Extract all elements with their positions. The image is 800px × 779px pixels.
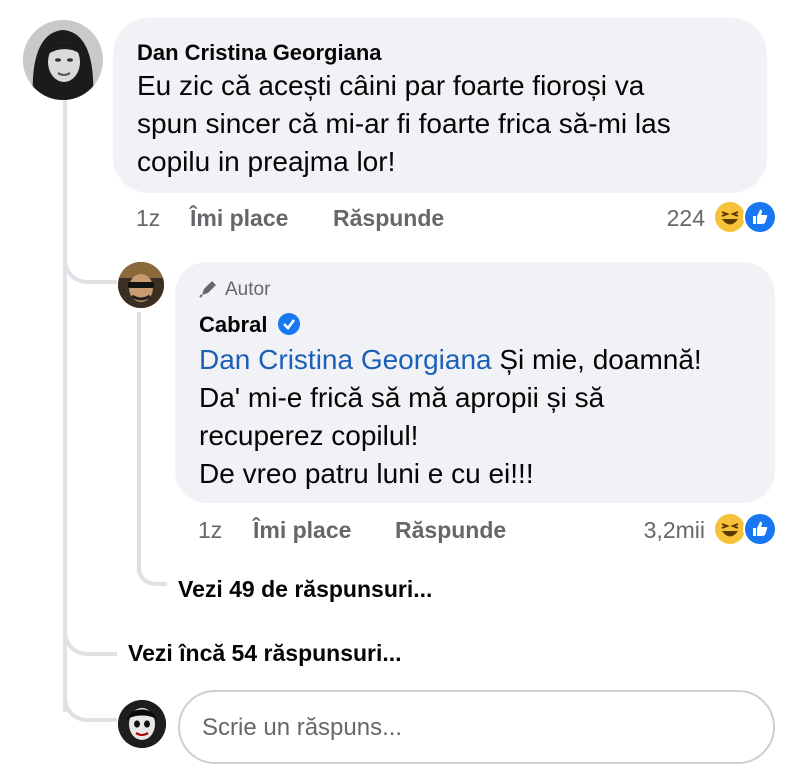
comment-text: Eu zic că acești câini par foarte fioroș…: [137, 70, 671, 177]
reply-reaction-count[interactable]: 3,2mii: [590, 517, 705, 544]
author-badge: Autor: [199, 278, 270, 301]
avatar-cabral[interactable]: [118, 262, 164, 308]
reply-time[interactable]: 1z: [198, 517, 222, 544]
avatar-commenter[interactable]: [23, 20, 103, 100]
comment-author[interactable]: Dan Cristina Georgiana: [137, 40, 382, 66]
thread-connector: [63, 670, 117, 722]
reply-reply-button[interactable]: Răspunde: [395, 517, 506, 544]
reply-like-button[interactable]: Îmi place: [253, 517, 351, 544]
mention-link[interactable]: Dan Cristina Georgiana: [199, 344, 492, 375]
comment-time[interactable]: 1z: [136, 205, 160, 232]
like-icon: [743, 200, 777, 234]
view-replies-link[interactable]: Vezi 49 de răspunsuri...: [178, 576, 432, 603]
reply-bubble: Autor Cabral Dan Cristina Georgiana Și m…: [175, 262, 775, 503]
like-button[interactable]: Îmi place: [190, 205, 288, 232]
reply-thread-line: [137, 312, 141, 574]
verified-badge-icon: [277, 313, 300, 335]
reply-input[interactable]: Scrie un răspuns...: [178, 690, 775, 764]
haha-icon: [715, 514, 745, 544]
thread-connector: [63, 606, 117, 656]
reply-text: Dan Cristina Georgiana Și mie, doamnă! D…: [199, 344, 702, 489]
reply-thread-connector: [137, 546, 167, 586]
reply-author[interactable]: Cabral: [199, 312, 300, 338]
reply-input-placeholder: Scrie un răspuns...: [202, 714, 403, 741]
haha-icon: [715, 202, 745, 232]
avatar-current-user[interactable]: [118, 700, 166, 748]
comment-bubble: Dan Cristina Georgiana Eu zic că acești …: [113, 18, 767, 193]
like-icon: [743, 512, 777, 546]
view-more-replies-link[interactable]: Vezi încă 54 răspunsuri...: [128, 640, 402, 667]
reaction-count[interactable]: 224: [600, 205, 705, 232]
reply-button[interactable]: Răspunde: [333, 205, 444, 232]
pen-icon: [199, 278, 219, 298]
thread-connector: [63, 232, 117, 284]
